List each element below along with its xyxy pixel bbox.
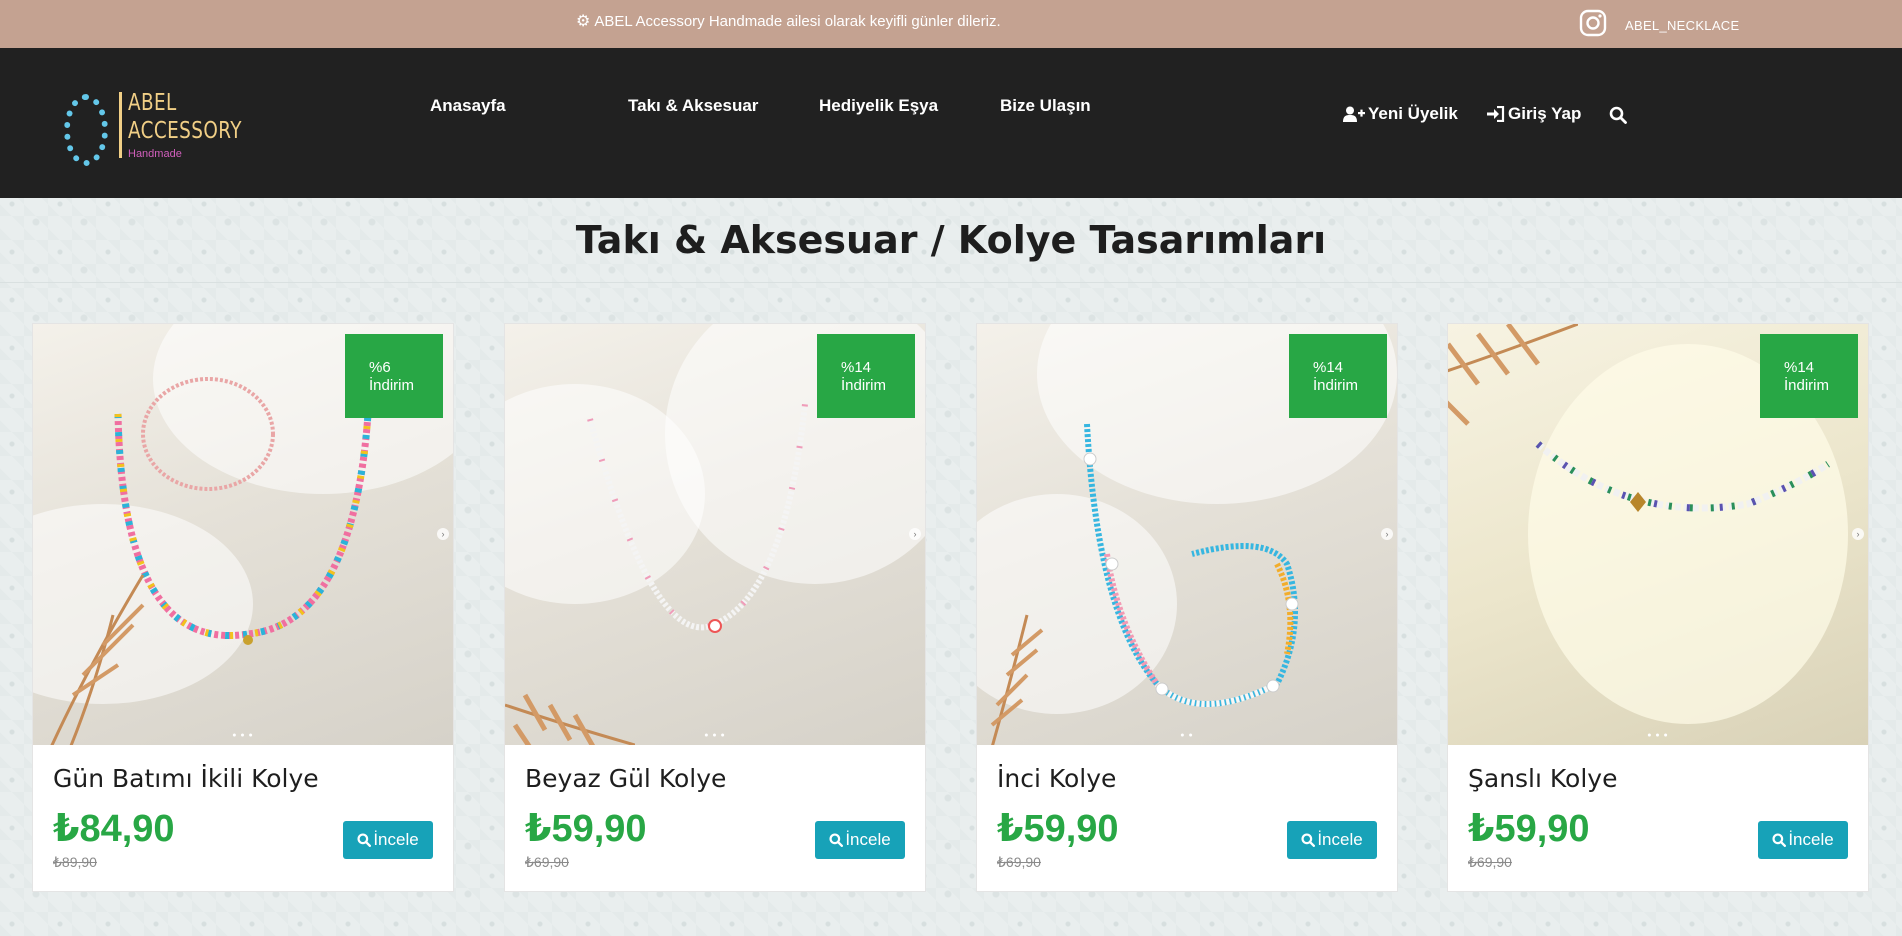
page-title: Takı & Aksesuar / Kolye Tasarımları — [575, 218, 1327, 262]
carousel-next-icon[interactable]: › — [1381, 528, 1393, 540]
discount-badge: %14 İndirim — [817, 334, 915, 418]
product-old-price: ₺69,90 — [1468, 854, 1512, 870]
discount-percent: %6 — [369, 359, 391, 376]
carousel-dots[interactable]: ● ● ● — [505, 732, 925, 739]
carousel-next-icon[interactable]: › — [1852, 528, 1864, 540]
product-old-price: ₺89,90 — [53, 854, 97, 870]
user-plus-icon — [1343, 106, 1365, 122]
product-name[interactable]: Şanslı Kolye — [1468, 764, 1617, 793]
carousel-dots[interactable]: ● ● ● — [1448, 732, 1868, 739]
nav-item-home[interactable]: Anasayfa — [430, 96, 506, 116]
product-old-price: ₺69,90 — [525, 854, 569, 870]
search-icon — [1609, 106, 1627, 124]
logo-bead-ring — [64, 94, 108, 166]
inspect-label: İncele — [1788, 830, 1834, 849]
title-divider — [0, 282, 1902, 283]
dried-grass-decor — [50, 574, 145, 745]
search-icon — [1772, 833, 1787, 847]
discount-label: İndirim — [1784, 377, 1830, 394]
announcement-bar: ⚙ ABEL Accessory Handmade ailesi olarak … — [0, 0, 1902, 48]
product-price: ₺59,90 — [525, 808, 647, 850]
site-header: ABEL ACCESSORY Handmade Anasayfa Takı & … — [0, 48, 1902, 198]
discount-percent: %14 — [841, 359, 872, 376]
discount-badge: %6 İndirim — [345, 334, 443, 418]
dried-grass-decor — [505, 693, 635, 745]
product-card[interactable]: › ● ● ● %6 İndirim Gün Batımı İkili Koly… — [32, 323, 454, 892]
search-button[interactable] — [1609, 106, 1627, 124]
register-label: Yeni Üyelik — [1368, 104, 1458, 123]
instagram-handle[interactable]: ABEL_NECKLACE — [1625, 18, 1739, 33]
search-icon — [357, 833, 372, 847]
product-name[interactable]: Gün Batımı İkili Kolye — [53, 764, 319, 793]
nav-item-jewelry[interactable]: Takı & Aksesuar — [628, 96, 758, 116]
nav-item-gifts[interactable]: Hediyelik Eşya — [819, 96, 938, 116]
product-price: ₺59,90 — [1468, 808, 1590, 850]
sign-in-icon — [1487, 106, 1505, 122]
discount-label: İndirim — [841, 377, 887, 394]
instagram-icon[interactable] — [1578, 8, 1608, 38]
site-logo[interactable]: ABEL ACCESSORY Handmade — [62, 88, 241, 168]
discount-badge: %14 İndirim — [1760, 334, 1858, 418]
inspect-button[interactable]: İncele — [1287, 821, 1377, 859]
dried-grass-decor — [990, 614, 1044, 745]
nav-item-contact[interactable]: Bize Ulaşın — [1000, 96, 1091, 116]
product-card[interactable]: › ● ● ● %14 İndirim Beyaz Gül Kolye ₺59,… — [504, 323, 926, 892]
product-old-price: ₺69,90 — [997, 854, 1041, 870]
carousel-dots[interactable]: ● ● ● — [33, 732, 453, 739]
carousel-next-icon[interactable]: › — [909, 528, 921, 540]
discount-percent: %14 — [1313, 359, 1344, 376]
discount-label: İndirim — [1313, 377, 1359, 394]
login-label: Giriş Yap — [1508, 104, 1582, 123]
login-link[interactable]: Giriş Yap — [1487, 104, 1581, 124]
logo-divider — [119, 92, 122, 158]
product-card[interactable]: › ● ● %14 İndirim İnci Kolye ₺59,90 ₺69,… — [976, 323, 1398, 892]
announcement-text: ABEL Accessory Handmade ailesi olarak ke… — [594, 12, 1001, 30]
discount-label: İndirim — [369, 377, 415, 394]
carousel-dots[interactable]: ● ● — [977, 732, 1397, 739]
inspect-button[interactable]: İncele — [815, 821, 905, 859]
logo-line1: ABEL — [128, 90, 177, 116]
logo-line2: ACCESSORY — [128, 118, 242, 144]
search-icon — [1301, 833, 1316, 847]
inspect-label: İncele — [373, 830, 419, 849]
inspect-button[interactable]: İncele — [343, 821, 433, 859]
inspect-button[interactable]: İncele — [1758, 821, 1848, 859]
dried-grass-decor — [1448, 324, 1578, 426]
product-price: ₺84,90 — [53, 808, 175, 850]
product-name[interactable]: İnci Kolye — [997, 764, 1116, 793]
discount-badge: %14 İndirim — [1289, 334, 1387, 418]
product-card[interactable]: › ● ● ● %14 İndirim Şanslı Kolye ₺59,90 … — [1447, 323, 1869, 892]
discount-percent: %14 — [1784, 359, 1815, 376]
carousel-next-icon[interactable]: › — [437, 528, 449, 540]
inspect-label: İncele — [845, 830, 891, 849]
search-icon — [829, 833, 844, 847]
gear-icon: ⚙ — [576, 13, 591, 30]
register-link[interactable]: Yeni Üyelik — [1343, 104, 1458, 124]
product-name[interactable]: Beyaz Gül Kolye — [525, 764, 726, 793]
inspect-label: İncele — [1317, 830, 1363, 849]
logo-line3: Handmade — [128, 148, 182, 160]
product-price: ₺59,90 — [997, 808, 1119, 850]
announcement: ⚙ ABEL Accessory Handmade ailesi olarak … — [576, 11, 1001, 31]
